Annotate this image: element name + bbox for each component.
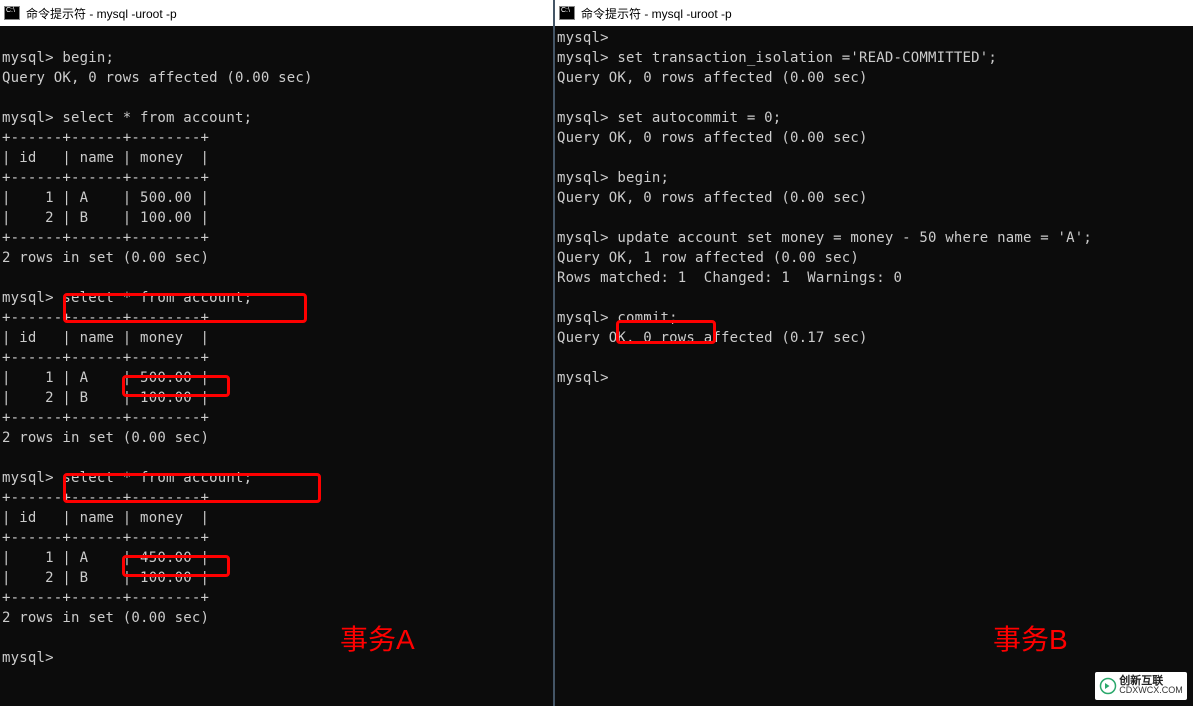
table-sep: +------+------+--------+: [2, 410, 209, 426]
blank-line: [557, 350, 566, 366]
prompt: mysql>: [557, 30, 609, 46]
rows-msg: 2 rows in set (0.00 sec): [2, 610, 209, 626]
table-row: | 1 | A | 450.00 |: [2, 550, 209, 566]
blank-line: [2, 270, 11, 286]
cmd-icon: [4, 6, 20, 20]
watermark-logo: 创新互联 CDXWCX.COM: [1095, 672, 1187, 700]
terminal-output-left[interactable]: mysql> begin; Query OK, 0 rows affected …: [0, 26, 553, 670]
table-row: | 2 | B | 100.00 |: [2, 390, 209, 406]
blank-line: [2, 90, 11, 106]
table-header: | id | name | money |: [2, 330, 209, 346]
table-sep: +------+------+--------+: [2, 230, 209, 246]
label-transaction-b: 事务B: [993, 618, 1068, 658]
terminal-pane-right: 命令提示符 - mysql -uroot -p mysql> mysql> se…: [555, 0, 1193, 706]
blank-line: [2, 450, 11, 466]
blank-line: [557, 290, 566, 306]
cmd-begin: mysql> begin;: [557, 170, 669, 186]
table-sep: +------+------+--------+: [2, 130, 209, 146]
table-sep: +------+------+--------+: [2, 170, 209, 186]
cmd-select-3: mysql> select * from account;: [2, 470, 252, 486]
rows-msg: 2 rows in set (0.00 sec): [2, 250, 209, 266]
blank-line: [2, 630, 11, 646]
blank-line: [2, 30, 11, 46]
blank-line: [557, 90, 566, 106]
table-row: | 1 | A | 500.00 |: [2, 370, 209, 386]
table-sep: +------+------+--------+: [2, 310, 209, 326]
titlebar-right[interactable]: 命令提示符 - mysql -uroot -p: [555, 0, 1193, 26]
result-ok-1row: Query OK, 1 row affected (0.00 sec): [557, 250, 859, 266]
table-sep: +------+------+--------+: [2, 490, 209, 506]
cmd-icon: [559, 6, 575, 20]
watermark-icon: [1099, 677, 1117, 695]
title-text-left: 命令提示符 - mysql -uroot -p: [26, 5, 177, 22]
titlebar-left[interactable]: 命令提示符 - mysql -uroot -p: [0, 0, 553, 26]
table-sep: +------+------+--------+: [2, 350, 209, 366]
result-ok: Query OK, 0 rows affected (0.00 sec): [557, 70, 868, 86]
label-transaction-a: 事务A: [340, 618, 415, 658]
title-text-right: 命令提示符 - mysql -uroot -p: [581, 5, 732, 22]
rows-matched: Rows matched: 1 Changed: 1 Warnings: 0: [557, 270, 902, 286]
rows-msg: 2 rows in set (0.00 sec): [2, 430, 209, 446]
cmd-commit: mysql> commit;: [557, 310, 678, 326]
cmd-select-1: mysql> select * from account;: [2, 110, 252, 126]
terminal-output-right[interactable]: mysql> mysql> set transaction_isolation …: [555, 26, 1193, 390]
watermark-text: 创新互联 CDXWCX.COM: [1119, 677, 1183, 695]
table-row: | 1 | A | 500.00 |: [2, 190, 209, 206]
blank-line: [557, 210, 566, 226]
blank-line: [557, 150, 566, 166]
table-row: | 2 | B | 100.00 |: [2, 570, 209, 586]
cmd-update: mysql> update account set money = money …: [557, 230, 1092, 246]
result-ok-017: Query OK, 0 rows affected (0.17 sec): [557, 330, 868, 346]
table-header: | id | name | money |: [2, 510, 209, 526]
cmd-set-isolation: mysql> set transaction_isolation ='READ-…: [557, 50, 997, 66]
cmd-select-2: mysql> select * from account;: [2, 290, 252, 306]
table-row: | 2 | B | 100.00 |: [2, 210, 209, 226]
terminal-pane-left: 命令提示符 - mysql -uroot -p mysql> begin; Qu…: [0, 0, 555, 706]
prompt: mysql>: [557, 370, 609, 386]
cmd-begin: mysql> begin;: [2, 50, 114, 66]
cmd-set-autocommit: mysql> set autocommit = 0;: [557, 110, 781, 126]
table-header: | id | name | money |: [2, 150, 209, 166]
prompt: mysql>: [2, 650, 54, 666]
result-ok: Query OK, 0 rows affected (0.00 sec): [2, 70, 313, 86]
table-sep: +------+------+--------+: [2, 590, 209, 606]
result-ok: Query OK, 0 rows affected (0.00 sec): [557, 190, 868, 206]
result-ok: Query OK, 0 rows affected (0.00 sec): [557, 130, 868, 146]
table-sep: +------+------+--------+: [2, 530, 209, 546]
